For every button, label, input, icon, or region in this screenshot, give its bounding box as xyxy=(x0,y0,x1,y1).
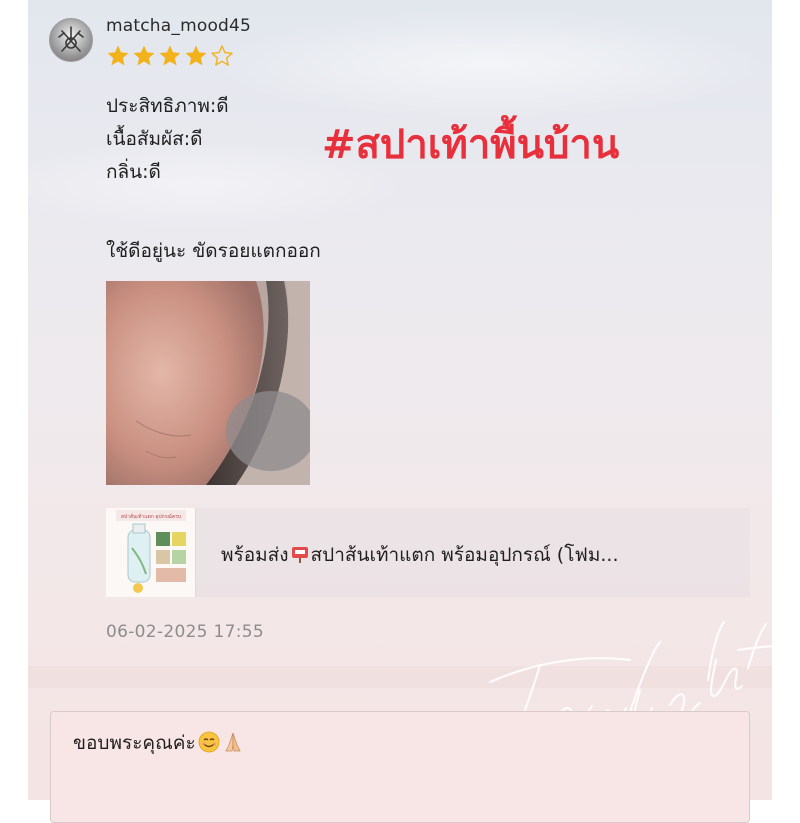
attribute-texture: เนื้อสัมผัส:ดี xyxy=(106,128,203,150)
attribute-effectiveness: ประสิทธิภาพ:ดี xyxy=(106,95,229,117)
product-title-suffix: สปาส้นเท้าแตก พร้อมอุปกรณ์ (โฟม... xyxy=(310,544,619,566)
star-outline-icon xyxy=(211,45,233,66)
seller-reply-box: ขอบพระคุณค่ะ xyxy=(50,711,750,823)
avatar-illustration-icon xyxy=(58,26,84,52)
seller-reply: ขอบพระคุณค่ะ xyxy=(73,728,244,758)
heel-photo-illustration xyxy=(106,281,310,485)
product-thumbnail[interactable]: สปาส้นเท้าแตก อุปกรณ์ครบ xyxy=(106,508,196,597)
star-filled-icon xyxy=(159,45,181,66)
review-attributes: ประสิทธิภาพ:ดี เนื้อสัมผัส:ดี กลิ่น:ดี xyxy=(106,90,229,189)
hashtag-overlay: #สปาเท้าพื้นบ้าน xyxy=(322,122,620,168)
star-filled-icon xyxy=(133,45,155,66)
attribute-scent: กลิ่น:ดี xyxy=(106,161,161,183)
review-photo[interactable] xyxy=(106,281,310,485)
mailbox-emoji-icon xyxy=(291,547,308,563)
background-cloud xyxy=(208,10,768,120)
product-title-prefix: พร้อมส่ง xyxy=(221,544,289,566)
product-thumbnail-caption: สปาส้นเท้าแตก อุปกรณ์ครบ xyxy=(121,513,181,520)
star-filled-icon xyxy=(107,45,129,66)
folded-hands-emoji-icon xyxy=(225,732,241,752)
seller-reply-text: ขอบพระคุณค่ะ xyxy=(73,732,196,754)
section-divider xyxy=(28,666,772,688)
star-rating xyxy=(106,44,234,68)
star-filled-icon xyxy=(185,45,207,66)
review-timestamp: 06-02-2025 17:55 xyxy=(106,622,264,642)
reviewer-username[interactable]: matcha_mood45 xyxy=(106,16,251,36)
review-comment: ใช้ดีอยู่นะ ขัดรอยแตกออก xyxy=(106,240,321,262)
smile-emoji-icon xyxy=(198,731,220,753)
avatar[interactable] xyxy=(49,18,93,62)
product-image: สปาส้นเท้าแตก อุปกรณ์ครบ xyxy=(106,508,195,597)
product-title[interactable]: พร้อมส่ง สปาส้นเท้าแตก พร้อมอุปกรณ์ (โฟม… xyxy=(221,540,619,570)
linked-product-card[interactable]: สปาส้นเท้าแตก อุปกรณ์ครบ พร้อมส่ง สปาส้น… xyxy=(106,508,750,597)
